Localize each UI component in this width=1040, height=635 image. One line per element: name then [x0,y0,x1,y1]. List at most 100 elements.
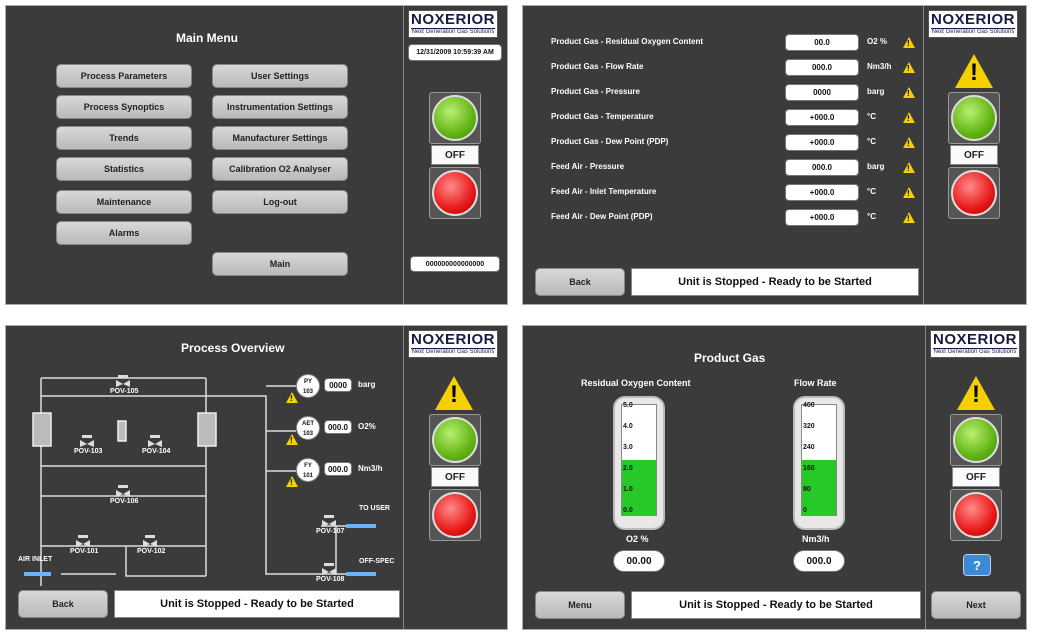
instrumentation-settings-button[interactable]: Instrumentation Settings [212,95,348,119]
start-light-box[interactable] [429,414,481,466]
air-inlet-label: AIR INLET [18,556,53,563]
flow-gauge-label: Flow Rate [794,378,837,388]
menu-button[interactable]: Menu [535,591,625,619]
stop-red-light[interactable] [953,492,999,538]
parameter-value: 0000 [785,84,859,101]
start-light-box[interactable] [948,92,1000,144]
warning-icon [903,162,915,173]
warning-icon [903,62,915,73]
parameter-label: Feed Air - Pressure [551,162,625,171]
process-parameters-panel: Product Gas - Residual Oxygen Content 00.… [522,5,1027,305]
stop-light-box[interactable] [429,167,481,219]
oxygen-gauge: 5.0 4.0 3.0 2.0 1.0 0.0 [613,396,665,530]
off-spec-label: OFF-SPEC [359,558,395,565]
warning-icon [286,476,298,487]
status-bar: Unit is Stopped - Ready to be Started [114,590,400,618]
gauge-tick-label: 1.0 [623,486,633,493]
main-button[interactable]: Main [212,252,348,276]
parameter-unit: Nm3/h [867,62,892,71]
instrument-unit: O2% [358,422,376,431]
status-bar: Unit is Stopped - Ready to be Started [631,268,919,296]
stop-red-light[interactable] [432,170,478,216]
maintenance-button[interactable]: Maintenance [56,190,192,214]
flow-value: 000.0 [793,550,845,572]
warning-icon [957,376,995,410]
calibration-o2-button[interactable]: Calibration O2 Analyser [212,157,348,181]
gauge-tick-label: 160 [803,465,815,472]
valve-icon[interactable] [143,534,157,547]
side-panel: NOXERIORNext Generation Gas Solutions OF… [925,326,1026,629]
back-button[interactable]: Back [535,268,625,296]
instrument-bubble: AET 103 [296,416,320,440]
page-title: Product Gas [694,351,766,365]
statistics-button[interactable]: Statistics [56,157,192,181]
oxygen-unit-label: O2 % [626,534,649,544]
side-panel: NOXERIOR Next Generation Gas Solutions 12… [403,6,507,304]
start-light-box[interactable] [429,92,481,144]
process-diagram [24,377,376,586]
instrument-unit: barg [358,380,376,389]
start-green-light[interactable] [432,95,478,141]
off-indicator: OFF [952,467,1000,487]
oxygen-value: 00.00 [613,550,665,572]
valve-icon[interactable] [322,562,336,575]
gauge-tick-label: 4.0 [623,423,633,430]
parameter-value: +000.0 [785,209,859,226]
status-bar: Unit is Stopped - Ready to be Started [631,591,921,619]
warning-icon [955,54,993,88]
start-green-light[interactable] [432,417,478,463]
help-icon[interactable]: ? [963,554,991,576]
valve-icon[interactable] [116,374,130,387]
trends-button[interactable]: Trends [56,126,192,150]
logout-button[interactable]: Log-out [212,190,348,214]
instrument-bubble: FY 101 [296,458,320,482]
parameter-label: Product Gas - Pressure [551,87,640,96]
warning-icon [903,187,915,198]
alarms-button[interactable]: Alarms [56,221,192,245]
valve-icon[interactable] [322,514,336,527]
warning-icon [903,87,915,98]
parameter-unit: °C [867,137,876,146]
valve-icon[interactable] [80,434,94,447]
oxygen-gauge-label: Residual Oxygen Content [581,378,691,388]
noxerior-logo: NOXERIOR Next Generation Gas Solutions [408,10,498,38]
process-parameters-button[interactable]: Process Parameters [56,64,192,88]
user-settings-button[interactable]: User Settings [212,64,348,88]
instrument-number: 103 [302,389,313,395]
side-panel: NOXERIORNext Generation Gas Solutions OF… [923,6,1026,304]
manufacturer-settings-button[interactable]: Manufacturer Settings [212,126,348,150]
parameter-value: +000.0 [785,109,859,126]
instrument-number: 101 [302,473,313,479]
start-green-light[interactable] [953,417,999,463]
valve-icon[interactable] [76,534,90,547]
instrument-number: 103 [302,431,313,437]
parameter-value: +000.0 [785,134,859,151]
next-button[interactable]: Next [931,591,1021,619]
stop-light-box[interactable] [429,489,481,541]
start-light-box[interactable] [950,414,1002,466]
parameter-label: Feed Air - Inlet Temperature [551,187,657,196]
valve-label: POV-102 [137,548,166,555]
process-synoptics-button[interactable]: Process Synoptics [56,95,192,119]
stop-light-box[interactable] [948,167,1000,219]
stop-light-box[interactable] [950,489,1002,541]
stop-red-light[interactable] [432,492,478,538]
back-button[interactable]: Back [18,590,108,618]
gauge-tick-label: 240 [803,444,815,451]
stop-red-light[interactable] [951,170,997,216]
noxerior-logo: NOXERIOR Next Generation Gas Solutions [408,330,498,358]
valve-label: POV-107 [316,528,345,535]
start-green-light[interactable] [951,95,997,141]
valve-icon[interactable] [148,434,162,447]
valve-label: POV-108 [316,576,345,583]
instrument-value: 000.0 [324,462,352,476]
main-menu-panel: Main Menu Process Parameters Process Syn… [5,5,508,305]
warning-icon [903,37,915,48]
warning-icon [286,392,298,403]
datetime-display: 12/31/2009 10:59:39 AM [408,44,502,61]
process-overview-panel: Process Overview POV-105 POV-103 POV-104 PO… [5,325,508,630]
gauge-tick-label: 80 [803,486,811,493]
parameter-unit: barg [867,87,885,96]
instrument-value: 0000 [324,378,352,392]
valve-icon[interactable] [116,484,130,497]
